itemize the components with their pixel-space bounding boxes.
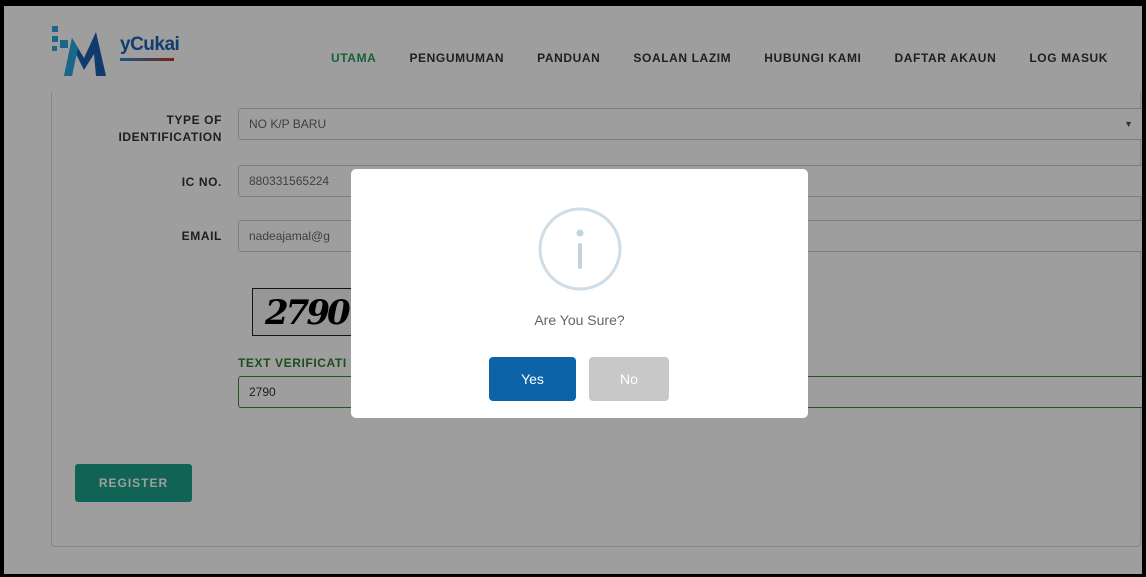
info-icon [538, 207, 622, 291]
confirm-message: Are You Sure? [534, 312, 625, 328]
browser-frame: yCukai UTAMA PENGUMUMAN PANDUAN SOALAN L… [0, 0, 1146, 577]
confirm-dialog: Are You Sure? Yes No [351, 169, 808, 418]
no-button[interactable]: No [589, 357, 669, 401]
yes-button[interactable]: Yes [489, 357, 576, 401]
